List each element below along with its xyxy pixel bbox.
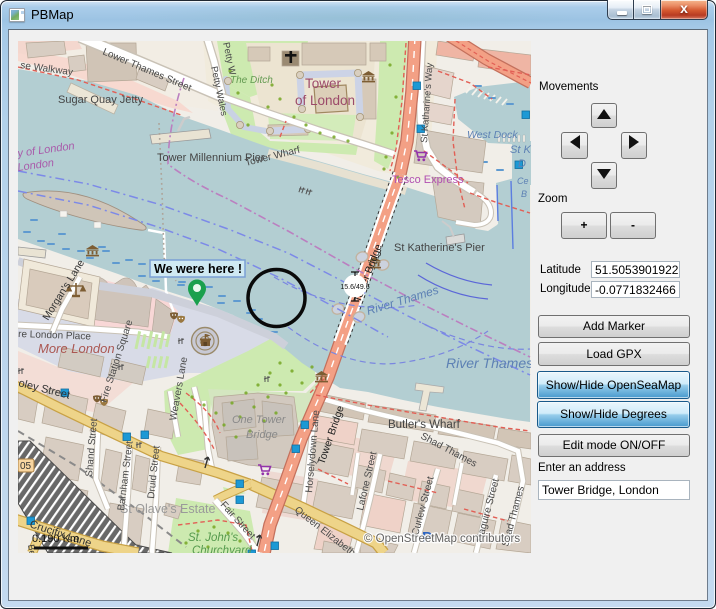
- svg-text:© OpenStreetMap contributors: © OpenStreetMap contributors: [364, 533, 520, 545]
- svg-text:West Dock: West Dock: [467, 129, 518, 141]
- svg-text:Bridge: Bridge: [246, 429, 278, 441]
- svg-text:More London: More London: [38, 341, 115, 356]
- svg-text:We were here !: We were here !: [154, 262, 242, 276]
- svg-text:Churchyard: Churchyard: [192, 545, 252, 553]
- svg-text:St K: St K: [510, 144, 531, 156]
- svg-text:St Katherine's Pier: St Katherine's Pier: [394, 242, 485, 254]
- svg-text:Butler's Wharf: Butler's Wharf: [388, 419, 461, 431]
- svg-text:Sugar Quay Jetty: Sugar Quay Jetty: [58, 94, 143, 106]
- svg-text:Tesco Express: Tesco Express: [392, 174, 464, 186]
- svg-text:05: 05: [20, 461, 32, 472]
- svg-text:One Tower: One Tower: [232, 414, 287, 426]
- svg-text:0.190 Km: 0.190 Km: [32, 533, 79, 545]
- svg-text:15.6/49.6: 15.6/49.6: [340, 284, 369, 291]
- svg-text:D: D: [518, 158, 526, 170]
- svg-text:B: B: [521, 189, 527, 199]
- svg-text:River Thames: River Thames: [446, 355, 531, 371]
- svg-text:Tower: Tower: [305, 76, 342, 91]
- svg-text:The Ditch: The Ditch: [230, 75, 273, 86]
- svg-text:St. John's: St. John's: [188, 532, 238, 544]
- svg-text:Ce: Ce: [517, 176, 529, 186]
- svg-text:St Olave's Estate: St Olave's Estate: [120, 502, 216, 516]
- svg-text:of London: of London: [295, 93, 355, 108]
